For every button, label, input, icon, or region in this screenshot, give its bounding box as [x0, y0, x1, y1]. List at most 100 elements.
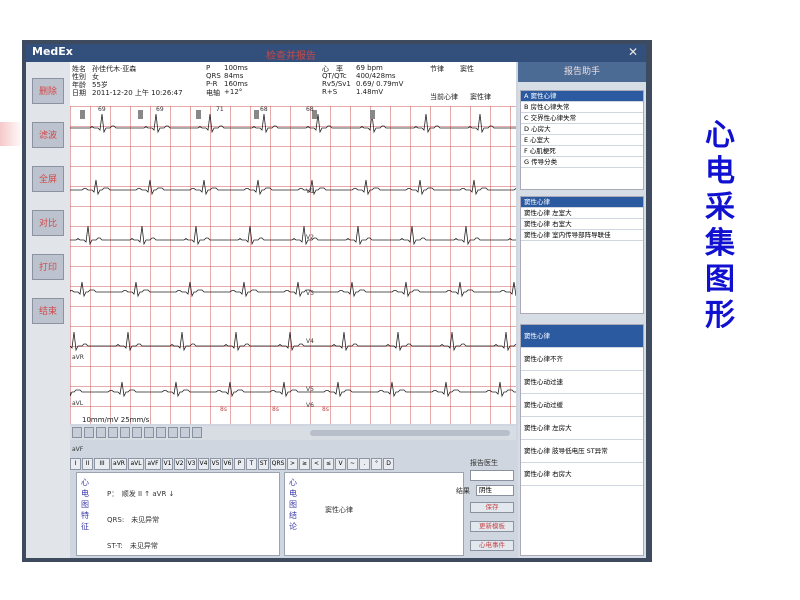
pace-marker — [80, 110, 85, 119]
qrs-label: QRS — [206, 72, 221, 80]
list-item[interactable]: A 窦性心律 — [521, 91, 643, 102]
doctor-select[interactable] — [470, 470, 514, 481]
list-item[interactable]: 窦性心律 — [521, 325, 643, 348]
ecg-traces — [70, 110, 516, 398]
p-label: P — [206, 64, 211, 72]
lead-tab[interactable]: D — [383, 458, 394, 470]
qt-label: QT/QTc — [322, 72, 347, 80]
conclusion-title-char: 心 — [289, 478, 297, 487]
tool-button[interactable] — [144, 427, 154, 438]
lead-tab[interactable]: V6 — [222, 458, 233, 470]
ecg-event-button[interactable]: 心电事件 — [470, 540, 514, 551]
doctor-label: 报告医生 — [470, 459, 498, 467]
lead-tab[interactable]: T — [246, 458, 257, 470]
save-button[interactable]: 保存 — [470, 502, 514, 513]
list-item[interactable]: D 心房大 — [521, 124, 643, 135]
tool-button[interactable] — [96, 427, 106, 438]
delete-button[interactable]: 删除 — [32, 78, 64, 104]
slide-title-char: 采 — [705, 190, 735, 225]
list-item[interactable]: 窦性心律 — [521, 197, 643, 208]
date-label: 日期 — [72, 89, 86, 97]
update-template-button[interactable]: 更新模板 — [470, 521, 514, 532]
lead-tab[interactable]: P — [234, 458, 245, 470]
app-logo: MedEx — [32, 45, 73, 58]
tool-button[interactable] — [180, 427, 190, 438]
lead-tab[interactable]: III — [94, 458, 110, 470]
lead-tab[interactable]: V4 — [198, 458, 209, 470]
lead-tab[interactable]: . — [359, 458, 370, 470]
lead-tab[interactable]: aVF — [145, 458, 161, 470]
lead-tab[interactable]: V1 — [162, 458, 173, 470]
list-item[interactable]: 窦性心律 右房大 — [521, 463, 643, 486]
lead-tab[interactable]: V — [335, 458, 346, 470]
window-title: 检查并报告 — [266, 51, 316, 62]
list-item[interactable]: B 房性心律失常 — [521, 102, 643, 113]
lead-tab[interactable]: > — [287, 458, 298, 470]
result-select[interactable]: 阴性 — [476, 485, 514, 496]
phrase-list-bottom: 窦性心律 窦性心律不齐 窦性心动过速 窦性心动过缓 窦性心律 左房大 窦性心律 肢导低电压… — [520, 324, 644, 556]
ecg-trace — [70, 331, 516, 352]
filter-button[interactable]: 滤波 — [32, 122, 64, 148]
pr-value: 160ms — [224, 80, 248, 88]
conclusion-text[interactable]: 窦性心律 — [325, 505, 353, 515]
lead-tab[interactable]: I — [70, 458, 81, 470]
list-item[interactable]: E 心室大 — [521, 135, 643, 146]
fullscreen-button[interactable]: 全屏 — [32, 166, 64, 192]
tool-button[interactable] — [168, 427, 178, 438]
lead-label-v3: V3 — [306, 290, 314, 297]
finish-button[interactable]: 结束 — [32, 298, 64, 324]
list-item[interactable]: 窦性心动过速 — [521, 371, 643, 394]
rv5-value: 0.69/ 0.79mV — [356, 80, 404, 88]
tool-button[interactable] — [120, 427, 130, 438]
features-panel: 心 电 图 特 征 P： 顺发 II ↑ aVR ↓ QRS: 未见异常 ST-… — [76, 472, 280, 556]
lead-tab[interactable]: V2 — [174, 458, 185, 470]
tool-button[interactable] — [84, 427, 94, 438]
list-item[interactable]: 窦性心律不齐 — [521, 348, 643, 371]
list-item[interactable]: 窦性心动过缓 — [521, 394, 643, 417]
list-item[interactable]: F 心肌梗死 — [521, 146, 643, 157]
list-item[interactable]: 窦性心律 左房大 — [521, 417, 643, 440]
list-item[interactable]: 窦性心律 肢导低电压 ST异常 — [521, 440, 643, 463]
close-icon[interactable]: ✕ — [628, 45, 638, 59]
feature-st: ST-T: 未见异常 — [107, 542, 158, 550]
tool-button[interactable] — [72, 427, 82, 438]
lead-tab[interactable]: ≥ — [299, 458, 310, 470]
list-item[interactable]: 窦性心律 右室大 — [521, 219, 643, 230]
lead-tab[interactable]: QRS — [270, 458, 286, 470]
list-item[interactable]: 窦性心律 左室大 — [521, 208, 643, 219]
slide-title-char: 心 — [705, 118, 735, 153]
rv5-label: Rv5/Sv1 — [322, 80, 351, 88]
ecg-trace — [70, 281, 516, 298]
ecg-trace — [70, 113, 516, 134]
lead-tab[interactable]: aVR — [111, 458, 127, 470]
list-item[interactable]: 窦性心律 室内传导部阵导联佳 — [521, 230, 643, 241]
lead-tab[interactable]: II — [82, 458, 93, 470]
tool-button[interactable] — [192, 427, 202, 438]
lead-tab[interactable]: ST — [258, 458, 269, 470]
mark-2: 69 — [156, 106, 164, 113]
rhythm-value: 窦性 — [460, 65, 474, 73]
qrs-value: 84ms — [224, 72, 244, 80]
lead-tab[interactable]: V5 — [210, 458, 221, 470]
print-button[interactable]: 打印 — [32, 254, 64, 280]
speed-gain-label: 10mm/mV 25mm/s — [82, 416, 150, 424]
lead-tab[interactable]: ≤ — [323, 458, 334, 470]
list-item[interactable]: C 交界性心律失常 — [521, 113, 643, 124]
list-item[interactable]: G 传导分类 — [521, 157, 643, 168]
lead-tab[interactable]: V3 — [186, 458, 197, 470]
features-title-char: 特 — [81, 511, 89, 520]
current-rhythm-value: 窦性律 — [470, 93, 491, 101]
ecg-screen-photo: MedEx 检查并报告 ✕ 删除 滤波 全屏 对比 打印 结束 姓名 孙佳代木·… — [22, 40, 652, 562]
beat-marker: 8s — [272, 406, 279, 413]
lead-tab[interactable]: aVL — [128, 458, 144, 470]
lead-tab[interactable]: ~ — [347, 458, 358, 470]
lead-tab[interactable]: < — [311, 458, 322, 470]
scrollbar[interactable] — [310, 430, 510, 436]
tool-button[interactable] — [156, 427, 166, 438]
p-value: 100ms — [224, 64, 248, 72]
tool-button[interactable] — [132, 427, 142, 438]
compare-button[interactable]: 对比 — [32, 210, 64, 236]
tool-button[interactable] — [108, 427, 118, 438]
category-list: A 窦性心律 B 房性心律失常 C 交界性心律失常 D 心房大 E 心室大 F 心肌梗死 G… — [520, 90, 644, 190]
lead-tab[interactable]: ° — [371, 458, 382, 470]
